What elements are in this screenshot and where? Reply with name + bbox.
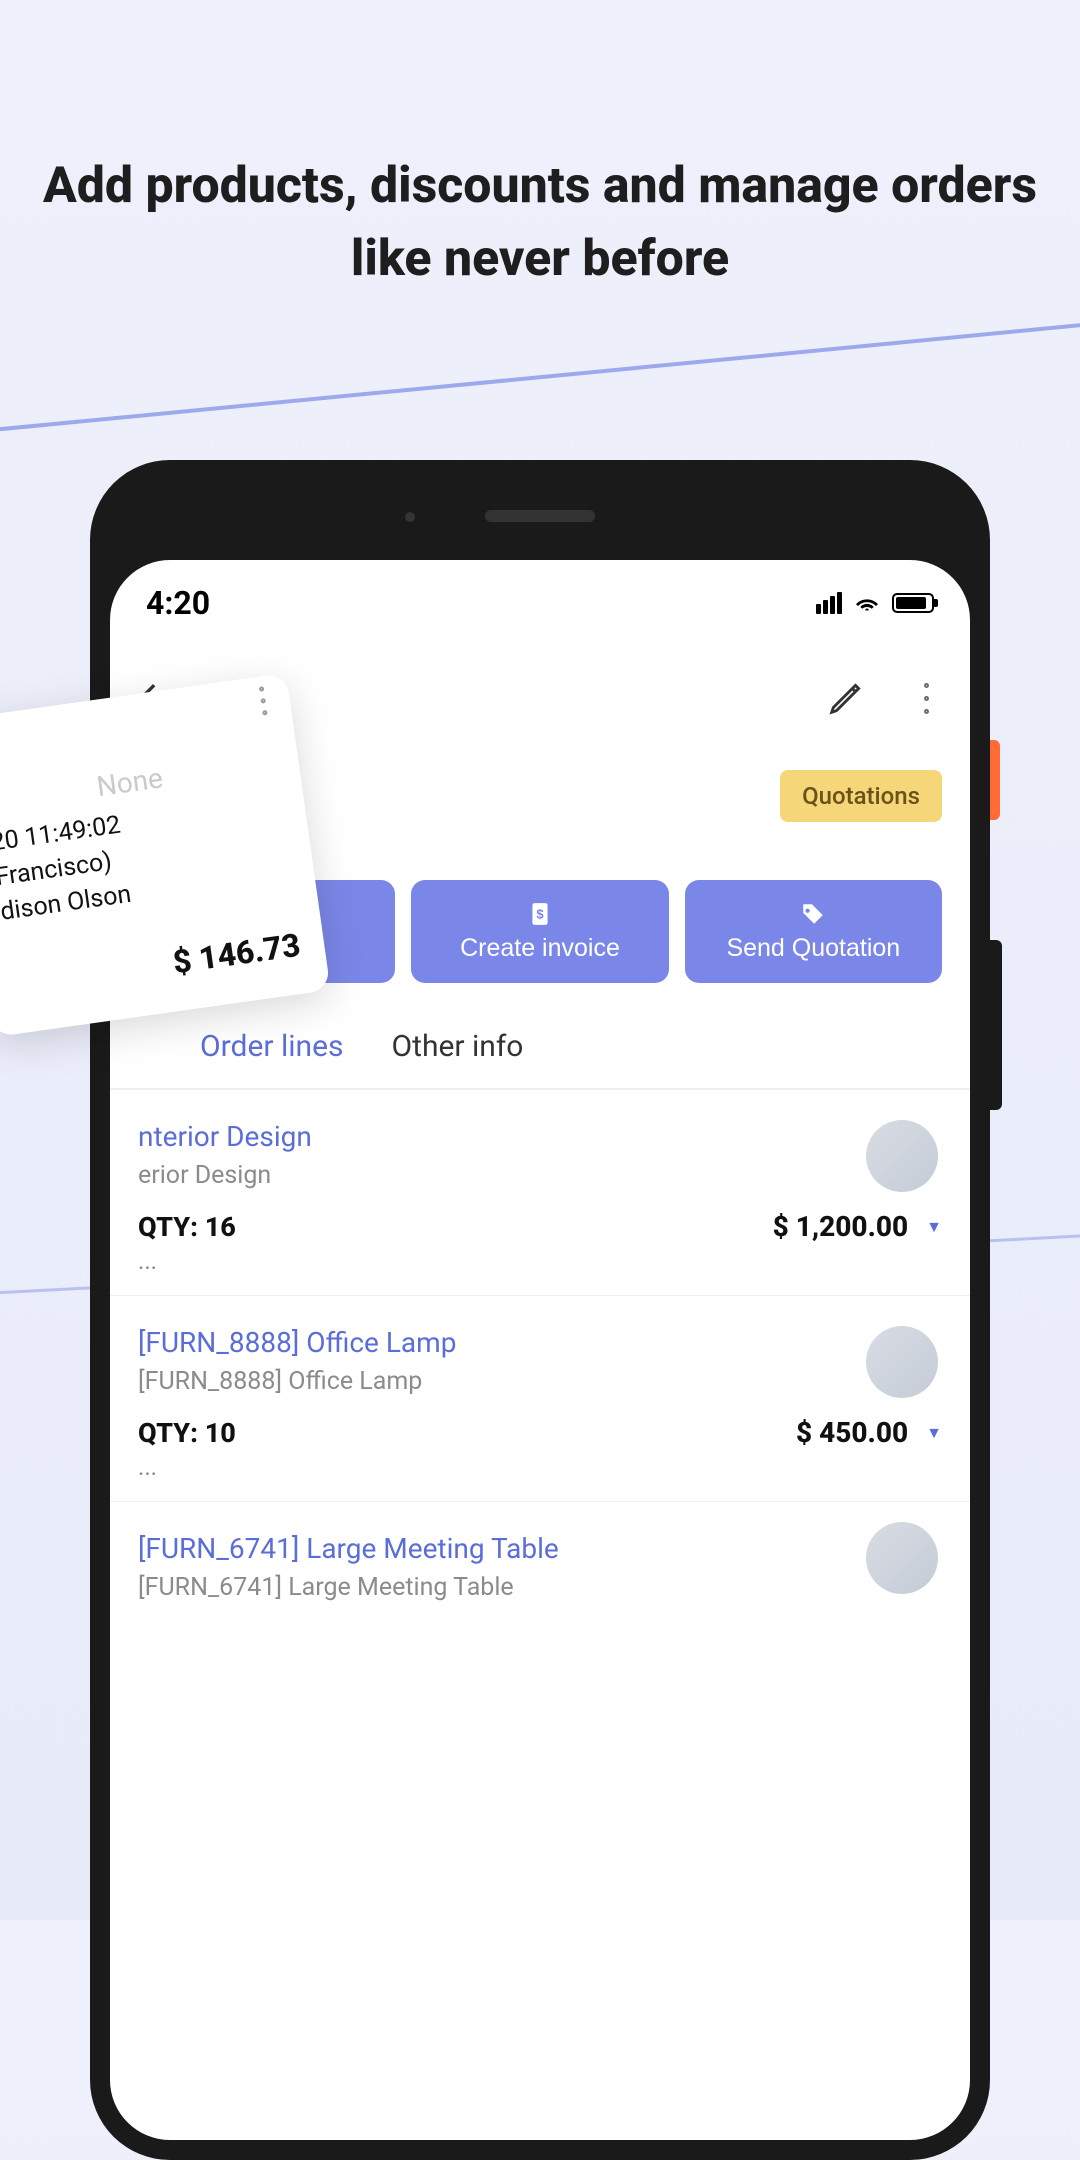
- product-title: [FURN_6741] Large Meeting Table: [138, 1532, 942, 1565]
- popup-card: None 20 11:49:02 Francisco) dison Olson …: [0, 673, 331, 1037]
- phone-side-button-accent: [990, 740, 1000, 820]
- phone-camera-dot: [405, 512, 415, 522]
- product-price: $ 1,200.00: [773, 1210, 909, 1243]
- product-thumbnail: [866, 1120, 938, 1192]
- svg-text:$: $: [536, 906, 544, 921]
- product-thumbnail: [866, 1326, 938, 1398]
- tabs: Order lines Other info: [110, 1009, 970, 1090]
- phone-notch: [485, 510, 595, 522]
- create-invoice-label: Create invoice: [460, 934, 620, 963]
- line-item[interactable]: [FURN_6741] Large Meeting Table [FURN_67…: [110, 1502, 970, 1642]
- send-quotation-button[interactable]: Send Quotation: [685, 880, 942, 983]
- tab-other-info[interactable]: Other info: [392, 1029, 524, 1064]
- decorative-line: [0, 298, 1080, 447]
- ellipsis: ...: [138, 1247, 942, 1275]
- product-subtitle: erior Design: [138, 1161, 942, 1190]
- page-title: Add products, discounts and manage order…: [0, 0, 1080, 295]
- invoice-icon: $: [526, 900, 554, 928]
- popup-total: $ 146.73: [8, 926, 302, 1004]
- tag-icon: [799, 900, 827, 928]
- line-item[interactable]: [FURN_8888] Office Lamp [FURN_8888] Offi…: [110, 1296, 970, 1502]
- tab-order-lines[interactable]: Order lines: [200, 1029, 344, 1064]
- send-quotation-label: Send Quotation: [726, 934, 900, 963]
- line-item[interactable]: nterior Design erior Design QTY: 16 $ 1,…: [110, 1090, 970, 1296]
- product-qty: QTY: 16: [138, 1211, 236, 1243]
- edit-button[interactable]: [826, 678, 866, 718]
- more-menu-button[interactable]: [906, 678, 946, 718]
- product-title: [FURN_8888] Office Lamp: [138, 1326, 942, 1359]
- popup-more-button[interactable]: [259, 686, 268, 715]
- status-icons: [816, 592, 934, 614]
- cellular-signal-icon: [816, 592, 842, 614]
- wifi-icon: [854, 592, 880, 614]
- status-badge: Quotations: [780, 770, 942, 822]
- product-title: nterior Design: [138, 1120, 942, 1153]
- phone-side-button: [990, 940, 1002, 1110]
- ellipsis: ...: [138, 1453, 942, 1481]
- chevron-down-icon[interactable]: ▼: [926, 1423, 942, 1443]
- product-qty: QTY: 10: [138, 1417, 236, 1449]
- product-subtitle: [FURN_6741] Large Meeting Table: [138, 1573, 942, 1602]
- status-time: 4:20: [146, 584, 210, 622]
- product-price: $ 450.00: [796, 1416, 908, 1449]
- product-thumbnail: [866, 1522, 938, 1594]
- status-bar: 4:20: [110, 560, 970, 646]
- battery-icon: [892, 593, 934, 613]
- product-subtitle: [FURN_8888] Office Lamp: [138, 1367, 942, 1396]
- chevron-down-icon[interactable]: ▼: [926, 1217, 942, 1237]
- create-invoice-button[interactable]: $ Create invoice: [411, 880, 668, 983]
